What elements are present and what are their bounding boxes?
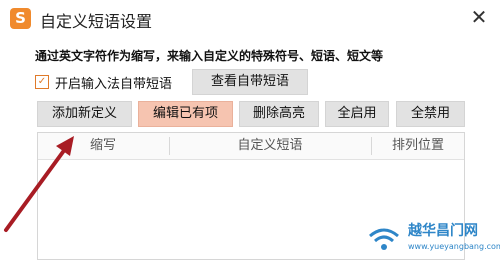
window-title: 自定义短语设置	[40, 12, 153, 31]
table-header: 缩写 自定义短语 排列位置	[38, 133, 464, 160]
delete-highlight-button[interactable]: 删除高亮	[239, 101, 319, 127]
site-watermark: 越华昌门网 www.yueyangbang.com	[360, 218, 500, 258]
watermark-text: 越华昌门网	[408, 223, 478, 239]
description-text: 通过英文字符作为缩写，来输入自定义的特殊符号、短语、短文等	[35, 49, 384, 63]
enable-all-button[interactable]: 全启用	[325, 101, 389, 127]
disable-all-button[interactable]: 全禁用	[396, 101, 465, 127]
watermark-url: www.yueyangbang.com	[408, 242, 500, 251]
column-header-abbreviation[interactable]: 缩写	[38, 133, 168, 159]
title-bar: S 自定义短语设置 ✕	[0, 0, 500, 38]
enable-builtin-phrases-label[interactable]: 开启输入法自带短语	[55, 73, 172, 92]
column-header-phrase[interactable]: 自定义短语	[170, 133, 370, 159]
enable-builtin-phrases-checkbox[interactable]: ✓	[35, 75, 49, 89]
close-icon[interactable]: ✕	[467, 5, 491, 29]
column-header-position[interactable]: 排列位置	[372, 133, 464, 159]
edit-existing-button[interactable]: 编辑已有项	[138, 101, 233, 127]
wifi-logo-icon	[369, 228, 399, 250]
view-builtin-phrases-button[interactable]: 查看自带短语	[192, 69, 308, 95]
sogou-logo-icon: S	[10, 8, 31, 29]
add-new-definition-button[interactable]: 添加新定义	[37, 101, 132, 127]
